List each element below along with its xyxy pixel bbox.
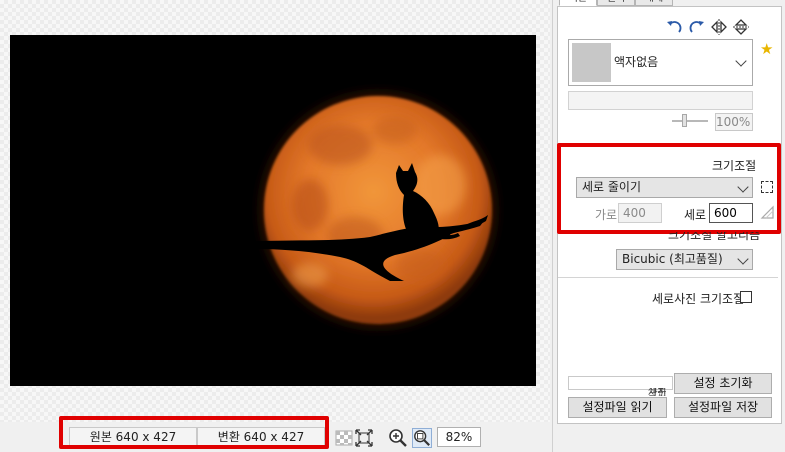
height-label: 세로 (684, 208, 707, 222)
rotate-right-icon[interactable] (687, 18, 705, 36)
zoom-actual-icon[interactable] (412, 428, 432, 448)
rotate-left-icon[interactable] (666, 18, 684, 36)
opacity-slider-thumb[interactable] (682, 114, 687, 127)
converted-size-label: 변환 640 x 427 (197, 427, 325, 447)
frame-options-strip (568, 91, 753, 110)
width-input[interactable]: 400 (618, 203, 662, 223)
resize-mode-value: 세로 줄이기 (582, 180, 642, 194)
frame-thumbnail (572, 43, 611, 82)
frame-select[interactable]: 액자없음 (568, 39, 753, 86)
flip-horizontal-icon[interactable] (710, 18, 728, 36)
favorite-star-icon[interactable]: ★ (760, 40, 773, 58)
preview-area (0, 0, 550, 422)
algorithm-title: 크기조절 알고리즘 (668, 232, 761, 242)
flip-vertical-icon[interactable] (732, 18, 750, 36)
obscured-label: 세로사진 크기조절 (648, 388, 667, 396)
fit-to-window-icon[interactable] (354, 428, 374, 448)
preview-image (10, 35, 536, 386)
original-size-label: 원본 640 x 427 (69, 427, 197, 447)
chevron-down-icon (737, 181, 749, 193)
resize-title: 크기조절 (712, 159, 757, 173)
algorithm-select-value: Bicubic (최고품질) (622, 252, 723, 266)
width-label: 가로 (595, 208, 618, 222)
chevron-down-icon (737, 253, 749, 265)
tab-object[interactable]: 개체 (635, 0, 673, 6)
save-settings-button[interactable]: 설정파일 저장 (674, 397, 772, 418)
reset-settings-button[interactable]: 설정 초기화 (674, 373, 772, 394)
resize-enable-checkbox[interactable] (761, 181, 773, 193)
section-divider (558, 277, 778, 278)
load-settings-button[interactable]: 설정파일 읽기 (568, 397, 667, 418)
zoom-level-field[interactable]: 82% (437, 427, 481, 447)
moon-cat-photo (10, 35, 536, 386)
aspect-lock-icon[interactable] (760, 205, 775, 220)
resize-mode-select[interactable]: 세로 줄이기 (576, 177, 753, 198)
opacity-slider-track[interactable] (672, 120, 708, 122)
chevron-down-icon (735, 55, 747, 67)
panel-tabs: 기본 필터 개체 (553, 0, 785, 8)
opacity-value-field[interactable]: 100% (715, 113, 753, 131)
transparency-toggle-icon[interactable] (334, 428, 354, 448)
tab-filter[interactable]: 필터 (597, 0, 635, 6)
portrait-resize-label: 세로사진 크기조절 (652, 292, 745, 306)
portrait-resize-checkbox[interactable] (740, 291, 752, 303)
tab-basic[interactable]: 기본 (559, 0, 597, 6)
frame-select-value: 액자없음 (614, 55, 659, 69)
algorithm-select[interactable]: Bicubic (최고품질) (616, 249, 753, 270)
height-input[interactable]: 600 (709, 203, 753, 223)
zoom-in-icon[interactable] (388, 428, 408, 448)
